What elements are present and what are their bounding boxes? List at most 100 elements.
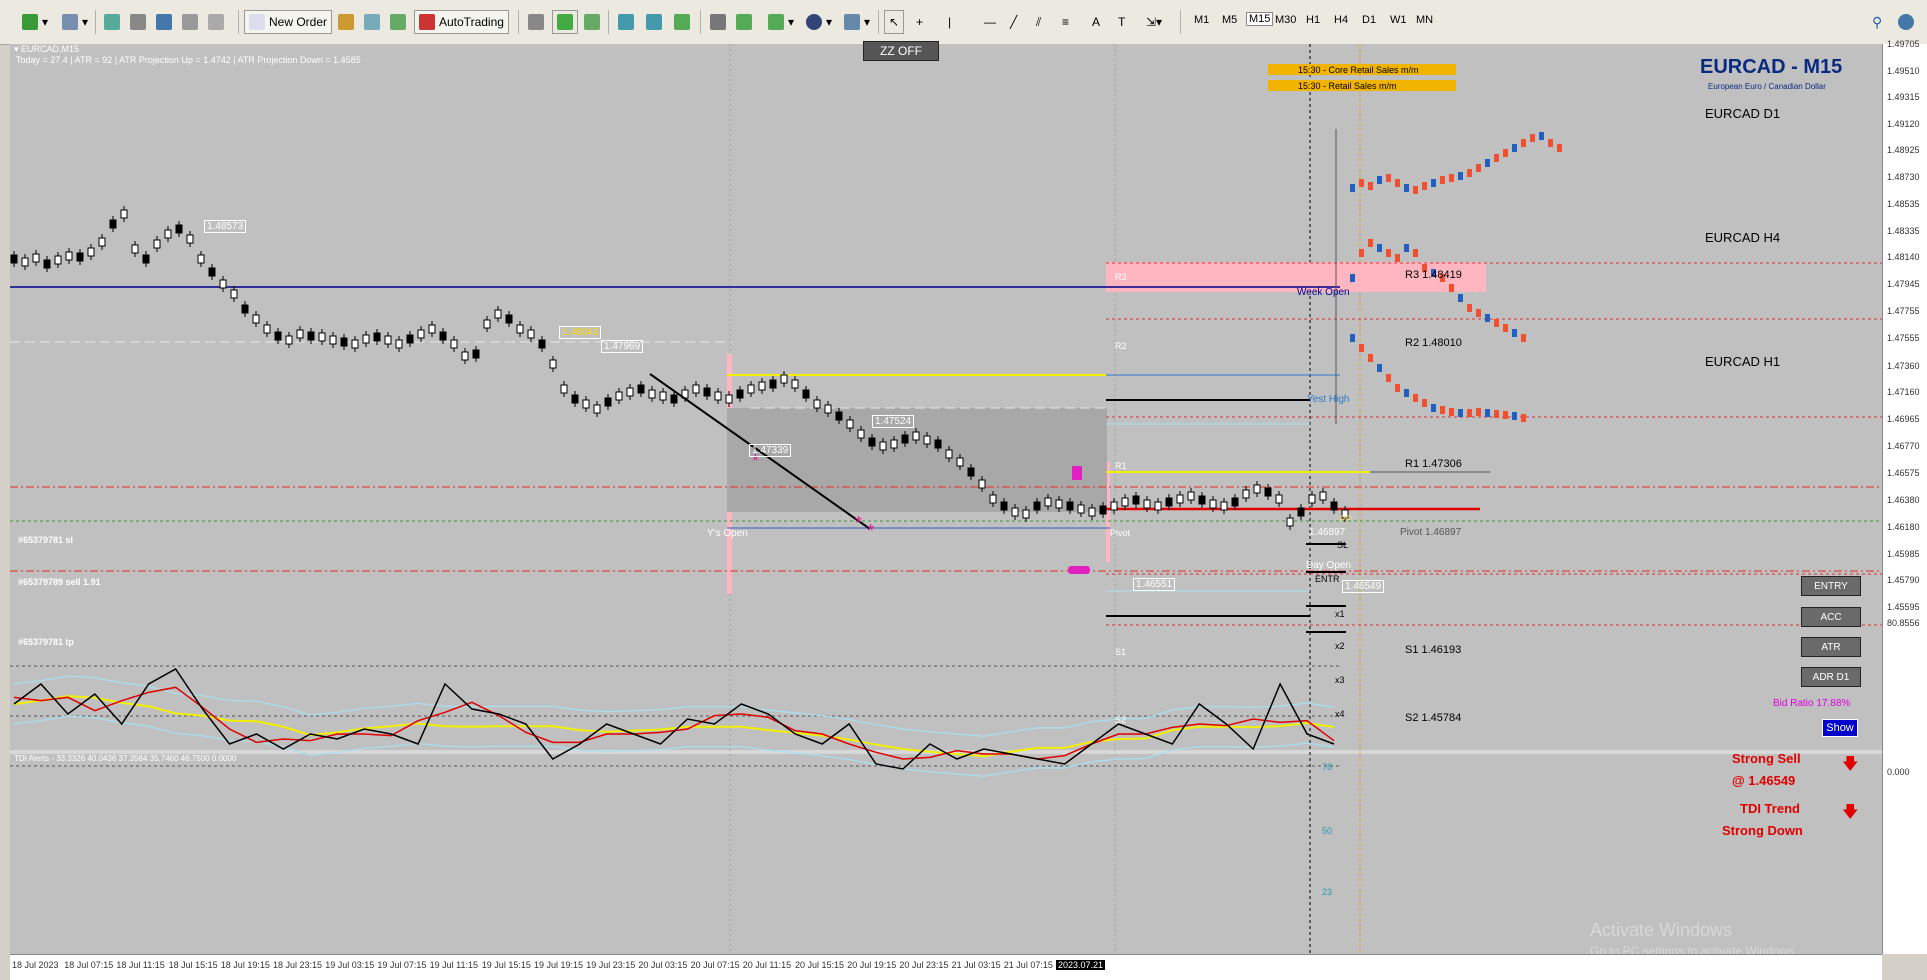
autoscroll-icon[interactable] xyxy=(732,10,756,34)
candle-body xyxy=(670,394,678,404)
mini-candle-h4 xyxy=(1350,274,1355,282)
autotrading-button[interactable]: AutoTrading xyxy=(414,10,509,34)
signals-icon[interactable] xyxy=(360,10,384,34)
candle-body xyxy=(857,429,865,439)
strategy-tester-icon[interactable] xyxy=(204,10,228,34)
profiles-icon[interactable]: ▾ xyxy=(58,10,92,34)
zz-off-button[interactable]: ZZ OFF xyxy=(863,41,939,61)
account-icon[interactable] xyxy=(1894,10,1918,34)
timeframe-w1[interactable]: W1 xyxy=(1390,14,1407,26)
candle-body xyxy=(890,439,898,449)
text-icon[interactable]: A xyxy=(1088,10,1104,34)
chart-shift-icon[interactable] xyxy=(706,10,730,34)
arrows-icon[interactable]: ⇲▾ xyxy=(1142,10,1166,34)
candle-body xyxy=(1121,497,1129,507)
mini-candle-h4 xyxy=(1368,239,1373,247)
candle-body xyxy=(582,399,590,409)
timeframe-d1[interactable]: D1 xyxy=(1362,14,1376,26)
vps-icon[interactable] xyxy=(386,10,410,34)
metaeditor-icon[interactable] xyxy=(334,10,358,34)
candle-body xyxy=(1220,501,1228,511)
horizontal-line-icon[interactable]: — xyxy=(980,10,1000,34)
range-box xyxy=(727,408,1107,512)
price-axis-label: 0.000 xyxy=(1887,767,1910,777)
terminal-icon[interactable] xyxy=(178,10,202,34)
info-line: Today = 27.4 | ATR = 92 | ATR Projection… xyxy=(16,55,361,65)
candle-body xyxy=(934,439,942,449)
candle-body xyxy=(736,389,744,399)
candle-body xyxy=(1198,495,1206,505)
fibonacci-icon[interactable]: ≡ xyxy=(1058,10,1073,34)
news-item-2: 15:30 - Retail Sales m/m xyxy=(1268,80,1456,91)
timeframe-mn[interactable]: MN xyxy=(1416,14,1433,26)
order-tp-label: #65379781 tp xyxy=(18,637,75,647)
line-chart-icon[interactable] xyxy=(580,10,604,34)
templates-icon[interactable]: ▾ xyxy=(840,10,874,34)
zoom-out-icon[interactable] xyxy=(642,10,666,34)
price-axis-label: 1.48140 xyxy=(1887,252,1920,262)
crosshair-nav-icon[interactable] xyxy=(126,10,150,34)
bar-chart-icon[interactable] xyxy=(524,10,548,34)
entry-button[interactable]: ENTRY xyxy=(1801,576,1861,596)
candle-body xyxy=(1297,507,1305,517)
adr-d1-button[interactable]: ADR D1 xyxy=(1801,667,1861,687)
candle-body xyxy=(1066,501,1074,511)
candle-body xyxy=(208,267,216,277)
indicators-icon[interactable]: ▾ xyxy=(764,10,798,34)
navigator-icon[interactable] xyxy=(152,10,176,34)
chart-area[interactable]: * * * ▾ EURCAD,M15 Today = 27.4 | ATR = 92… xyxy=(10,44,1882,958)
timeframe-h4[interactable]: H4 xyxy=(1334,14,1348,26)
mini-candle-h4 xyxy=(1485,314,1490,322)
timeframe-h1[interactable]: H1 xyxy=(1306,14,1320,26)
crosshair-icon[interactable]: + xyxy=(912,10,927,34)
time-axis-label: 19 Jul 23:15 xyxy=(586,960,636,970)
candle-body xyxy=(945,449,953,459)
vertical-line-icon[interactable]: | xyxy=(944,10,955,34)
price-axis-label: 80.8556 xyxy=(1887,618,1920,628)
acc-button[interactable]: ACC xyxy=(1801,607,1861,627)
cursor-icon[interactable]: ↖ xyxy=(884,10,905,34)
mini-candle-h1 xyxy=(1431,404,1436,412)
market-watch-icon[interactable] xyxy=(100,10,124,34)
order-sl-label: #65379781 sl xyxy=(18,535,74,545)
candle-body xyxy=(340,337,348,347)
candle-body xyxy=(296,329,304,339)
candlestick-icon[interactable] xyxy=(552,10,578,34)
show-button[interactable]: Show xyxy=(1822,719,1858,737)
pivot-r1-label: R1 1.47306 xyxy=(1405,458,1462,470)
mini-candle-h4 xyxy=(1512,329,1517,337)
label-icon[interactable]: T xyxy=(1114,10,1129,34)
candle-body xyxy=(1209,499,1217,509)
timeframe-m15[interactable]: M15 xyxy=(1246,12,1274,26)
atr-button[interactable]: ATR xyxy=(1801,637,1861,657)
signal-strong-sell: Strong Sell xyxy=(1732,751,1801,766)
candle-body xyxy=(1022,509,1030,519)
zoom-in-icon[interactable] xyxy=(614,10,638,34)
time-axis-label: 19 Jul 15:15 xyxy=(481,960,531,970)
timeframe-m5[interactable]: M5 xyxy=(1222,14,1237,26)
new-chart-icon[interactable]: ▾ xyxy=(18,10,52,34)
candle-body xyxy=(241,304,249,314)
candle-body xyxy=(1286,517,1294,527)
price-axis-label: 1.46770 xyxy=(1887,441,1920,451)
time-axis-label: 18 Jul 23:15 xyxy=(273,960,323,970)
symbol-header: ▾ EURCAD,M15 xyxy=(14,44,80,54)
price-tag-6: 1.46897 xyxy=(1309,527,1346,538)
timeframe-m30[interactable]: M30 xyxy=(1275,14,1296,26)
periods-icon[interactable]: ▾ xyxy=(802,10,836,34)
y-open-label: Y's Open xyxy=(707,528,748,539)
time-axis-label: 18 Jul 19:15 xyxy=(220,960,270,970)
timeframe-m1[interactable]: M1 xyxy=(1194,14,1209,26)
mini-candle-h1 xyxy=(1521,414,1526,422)
new-order-label: New Order xyxy=(269,15,328,29)
candle-body xyxy=(989,494,997,504)
mini-candle-d1 xyxy=(1350,184,1355,192)
mini-chart-h1-label: EURCAD H1 xyxy=(1705,354,1781,369)
tile-windows-icon[interactable] xyxy=(670,10,694,34)
trendline-icon[interactable]: ╱ xyxy=(1006,10,1021,34)
candle-body xyxy=(428,324,436,334)
search-icon[interactable]: ⚲ xyxy=(1868,10,1886,34)
new-order-button[interactable]: New Order xyxy=(244,10,333,34)
mini-candle-h1 xyxy=(1395,384,1400,392)
channel-icon[interactable]: ⫽ xyxy=(1032,10,1045,34)
